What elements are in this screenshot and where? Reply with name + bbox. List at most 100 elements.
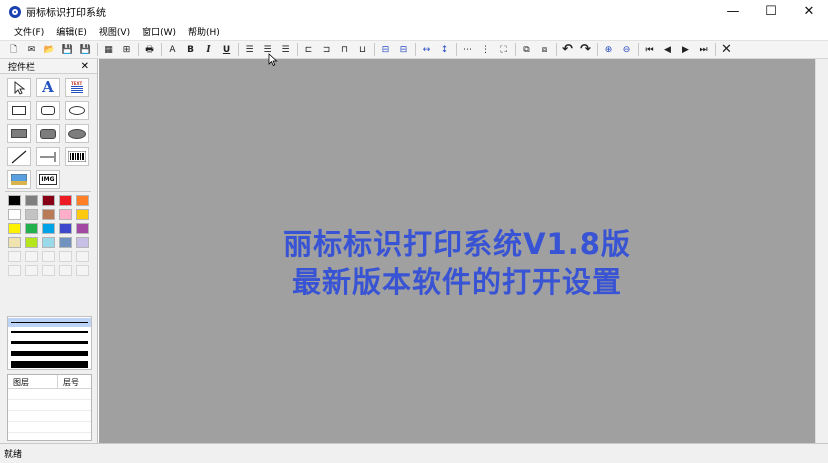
color-swatch[interactable]	[76, 209, 89, 220]
zoom-out-icon[interactable]: ⊖	[619, 42, 634, 57]
menu-window[interactable]: 窗口(W)	[142, 25, 176, 38]
save-icon[interactable]: 💾	[60, 42, 75, 57]
color-swatch[interactable]	[25, 223, 38, 234]
layer-row[interactable]	[8, 400, 91, 411]
align-obj-right-icon[interactable]: ⊐	[319, 42, 334, 57]
group-icon[interactable]: ⧉	[519, 42, 534, 57]
filled-rect-tool[interactable]	[7, 124, 31, 143]
italic-icon[interactable]: I	[201, 42, 216, 57]
minimize-button[interactable]: —	[714, 0, 752, 23]
fit-page-icon[interactable]: ⛶	[496, 42, 511, 57]
rounded-rect-tool[interactable]	[36, 101, 60, 120]
underline-icon[interactable]: U	[219, 42, 234, 57]
color-swatch[interactable]	[25, 237, 38, 248]
same-width-icon[interactable]: ↔	[419, 42, 434, 57]
menu-file[interactable]: 文件(F)	[14, 25, 44, 38]
line-width-option[interactable]	[11, 322, 88, 323]
color-swatch[interactable]	[42, 223, 55, 234]
color-swatch[interactable]	[8, 265, 21, 276]
redo-icon[interactable]: ↷	[578, 42, 593, 57]
color-swatch[interactable]	[59, 209, 72, 220]
align-right-icon[interactable]: ☰	[278, 42, 293, 57]
color-swatch[interactable]	[8, 195, 21, 206]
database-icon[interactable]: ▦	[101, 42, 116, 57]
color-swatch[interactable]	[8, 251, 21, 262]
color-swatch[interactable]	[8, 209, 21, 220]
center-v-icon[interactable]: ⊟	[396, 42, 411, 57]
same-height-icon[interactable]: ↕	[437, 42, 452, 57]
rectangle-tool[interactable]	[7, 101, 31, 120]
color-swatch[interactable]	[25, 265, 38, 276]
save-all-icon[interactable]: 💾	[78, 42, 93, 57]
layer-column-header[interactable]: 图层	[8, 375, 58, 388]
menu-view[interactable]: 视图(V)	[99, 25, 130, 38]
color-swatch[interactable]	[42, 265, 55, 276]
hline-tool[interactable]	[36, 147, 60, 166]
filled-ellipse-tool[interactable]	[65, 124, 89, 143]
line-width-option[interactable]	[11, 361, 88, 368]
template-icon[interactable]: ✉	[24, 42, 39, 57]
color-swatch[interactable]	[25, 251, 38, 262]
layer-row[interactable]	[8, 422, 91, 433]
new-file-icon[interactable]: 🗋	[6, 42, 21, 57]
line-tool[interactable]	[7, 147, 31, 166]
color-swatch[interactable]	[76, 223, 89, 234]
open-folder-icon[interactable]: 📂	[42, 42, 57, 57]
color-swatch[interactable]	[8, 237, 21, 248]
maximize-button[interactable]: ☐	[752, 0, 790, 23]
undo-icon[interactable]: ↶	[560, 42, 575, 57]
layer-row[interactable]	[8, 389, 91, 400]
color-swatch[interactable]	[59, 265, 72, 276]
bold-icon[interactable]: B	[183, 42, 198, 57]
line-width-option[interactable]	[11, 351, 88, 356]
distribute-v-icon[interactable]: ⋮	[478, 42, 493, 57]
color-swatch[interactable]	[76, 265, 89, 276]
menu-edit[interactable]: 编辑(E)	[56, 25, 87, 38]
last-page-icon[interactable]: ⏭	[696, 42, 711, 57]
zoom-in-icon[interactable]: ⊕	[601, 42, 616, 57]
color-swatch[interactable]	[59, 223, 72, 234]
color-swatch[interactable]	[42, 209, 55, 220]
close-doc-icon[interactable]: ✕	[719, 42, 734, 57]
layer-order-column-header[interactable]: 层号	[58, 375, 79, 388]
center-h-icon[interactable]: ⊟	[378, 42, 393, 57]
color-swatch[interactable]	[42, 237, 55, 248]
layer-row[interactable]	[8, 411, 91, 422]
vertical-scrollbar[interactable]	[815, 59, 828, 443]
distribute-h-icon[interactable]: ⋯	[460, 42, 475, 57]
close-button[interactable]: ✕	[790, 0, 828, 23]
grid-icon[interactable]: ⊞	[119, 42, 134, 57]
color-swatch[interactable]	[59, 195, 72, 206]
control-panel-close-button[interactable]: ✕	[81, 61, 89, 72]
print-icon[interactable]: 🖶	[142, 42, 157, 57]
color-swatch[interactable]	[76, 237, 89, 248]
next-page-icon[interactable]: ▶	[678, 42, 693, 57]
select-tool[interactable]	[7, 78, 31, 97]
align-left-icon[interactable]: ☰	[242, 42, 257, 57]
color-swatch[interactable]	[76, 251, 89, 262]
color-swatch[interactable]	[8, 223, 21, 234]
align-obj-bottom-icon[interactable]: ⊔	[355, 42, 370, 57]
line-width-option[interactable]	[11, 341, 88, 344]
align-obj-top-icon[interactable]: ⊓	[337, 42, 352, 57]
align-obj-left-icon[interactable]: ⊏	[301, 42, 316, 57]
font-icon[interactable]: A	[165, 42, 180, 57]
line-width-option[interactable]	[11, 331, 88, 333]
ellipse-tool[interactable]	[65, 101, 89, 120]
color-swatch[interactable]	[76, 195, 89, 206]
color-swatch[interactable]	[25, 209, 38, 220]
menu-help[interactable]: 帮助(H)	[188, 25, 220, 38]
image-box-tool[interactable]: IMG	[36, 170, 60, 189]
barcode-tool[interactable]	[65, 147, 89, 166]
textbox-tool[interactable]: TEXT	[65, 78, 89, 97]
color-swatch[interactable]	[42, 251, 55, 262]
picture-tool[interactable]	[7, 170, 31, 189]
design-canvas[interactable]: 丽标标识打印系统V1.8版 最新版本软件的打开设置	[99, 59, 815, 443]
color-swatch[interactable]	[42, 195, 55, 206]
color-swatch[interactable]	[59, 237, 72, 248]
color-swatch[interactable]	[59, 251, 72, 262]
first-page-icon[interactable]: ⏮	[642, 42, 657, 57]
text-tool[interactable]: A	[36, 78, 60, 97]
color-swatch[interactable]	[25, 195, 38, 206]
ungroup-icon[interactable]: ⧈	[537, 42, 552, 57]
